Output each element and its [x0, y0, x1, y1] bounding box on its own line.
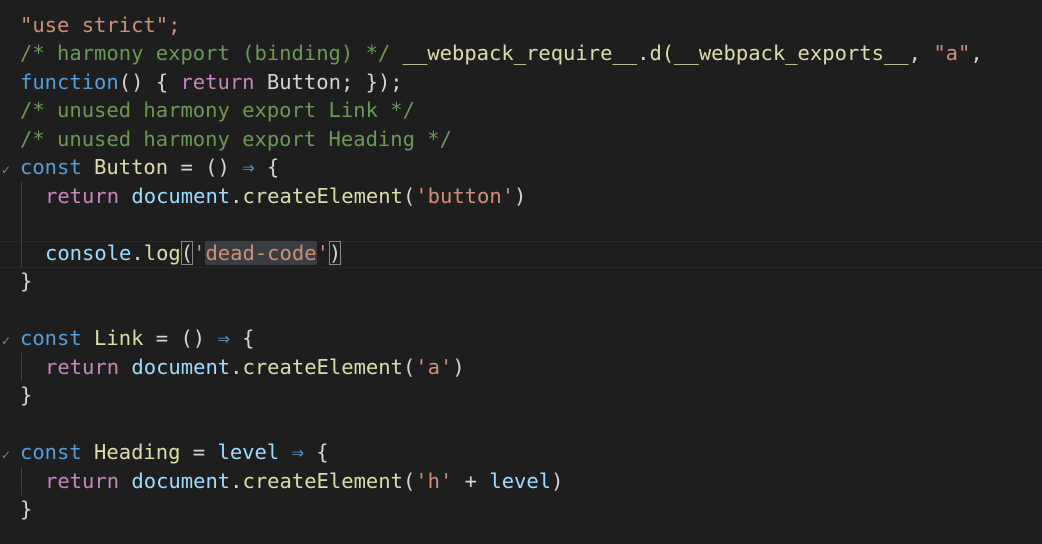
string-literal: 'button': [415, 184, 515, 208]
method-call: log: [143, 241, 181, 265]
identifier: document: [119, 355, 231, 379]
arrow-operator: ⇒: [291, 440, 304, 464]
keyword: return: [45, 469, 120, 493]
operator: = (): [143, 326, 218, 350]
fold-chevron-icon[interactable]: ✓: [0, 327, 12, 355]
punctuation: .: [230, 469, 243, 493]
operator: =: [180, 440, 218, 464]
punctuation: (: [402, 355, 416, 379]
comment: /* unused harmony export Link */: [20, 98, 415, 122]
parameter: level: [217, 440, 280, 464]
punctuation: {: [254, 155, 280, 179]
code-line[interactable]: return document.createElement('button'): [20, 182, 526, 210]
punctuation: .: [230, 355, 243, 379]
string-quote: ': [316, 241, 329, 265]
method-call: createElement: [242, 184, 403, 208]
keyword: const: [20, 440, 82, 464]
selected-text: dead-code: [205, 241, 317, 265]
keyword: return: [180, 70, 255, 94]
code-line[interactable]: /* unused harmony export Link */: [20, 96, 415, 124]
operator: = (): [168, 155, 243, 179]
code-line[interactable]: /* unused harmony export Heading */: [20, 125, 452, 153]
punctuation: ; });: [340, 70, 403, 94]
comment: /* unused harmony export Heading */: [20, 127, 452, 151]
identifier: __webpack_exports__: [674, 41, 909, 65]
identifier: Button: [254, 70, 341, 94]
arrow-operator: ⇒: [242, 155, 255, 179]
identifier: __webpack_require__: [402, 41, 638, 65]
bracket-match: ): [328, 241, 342, 265]
code-line[interactable]: const Heading = level ⇒ {: [20, 438, 329, 466]
punctuation: ): [551, 469, 564, 493]
string-literal: "a": [933, 41, 971, 65]
fold-chevron-icon[interactable]: ✓: [0, 156, 12, 184]
identifier: console: [45, 241, 132, 265]
method-call: createElement: [242, 355, 403, 379]
punctuation: .: [131, 241, 144, 265]
punctuation: }: [20, 497, 33, 521]
punctuation: }: [20, 269, 33, 293]
identifier: document: [119, 184, 231, 208]
string-literal: 'a': [415, 355, 453, 379]
method-call: .d(: [637, 41, 675, 65]
bracket-match: (: [180, 241, 194, 265]
code-line[interactable]: const Link = () ⇒ {: [20, 324, 255, 352]
punctuation: (: [402, 184, 416, 208]
arrow-operator: ⇒: [217, 326, 230, 350]
comment: /* harmony export (binding) */: [20, 41, 403, 65]
punctuation: ,: [970, 41, 983, 65]
identifier: document: [119, 469, 231, 493]
code-line[interactable]: "use strict";: [20, 11, 180, 39]
punctuation: }: [20, 383, 33, 407]
punctuation: {: [303, 440, 329, 464]
code-line[interactable]: /* harmony export (binding) */ __webpack…: [20, 39, 983, 67]
fold-chevron-icon[interactable]: ✓: [0, 441, 12, 469]
punctuation: ,: [908, 41, 934, 65]
identifier: Button: [81, 155, 169, 179]
punctuation: .: [230, 184, 243, 208]
code-line[interactable]: return document.createElement('h' + leve…: [20, 467, 563, 495]
punctuation: ): [452, 355, 465, 379]
keyword: return: [45, 355, 120, 379]
code-line-active[interactable]: console.log('dead-code'): [20, 239, 342, 267]
keyword: const: [20, 326, 82, 350]
keyword: function: [20, 70, 119, 94]
method-call: createElement: [242, 469, 403, 493]
punctuation: ): [514, 184, 527, 208]
operator: +: [452, 469, 490, 493]
parameter: level: [489, 469, 552, 493]
string-quote: ': [193, 241, 206, 265]
keyword: const: [20, 155, 82, 179]
code-line[interactable]: }: [20, 267, 32, 295]
code-line[interactable]: return document.createElement('a'): [20, 353, 465, 381]
punctuation: (: [402, 469, 416, 493]
string-literal: "use strict";: [20, 13, 181, 37]
punctuation: {: [229, 326, 255, 350]
identifier: Link: [81, 326, 144, 350]
code-editor[interactable]: ✓ ✓ ✓ "use strict"; /* harmony export (b…: [0, 0, 1042, 544]
code-line[interactable]: }: [20, 381, 32, 409]
punctuation: () {: [118, 70, 181, 94]
code-line[interactable]: function() { return Button; });: [20, 68, 403, 96]
code-line[interactable]: }: [20, 495, 32, 523]
code-line[interactable]: const Button = () ⇒ {: [20, 153, 279, 181]
string-literal: 'h': [415, 469, 453, 493]
keyword: return: [45, 184, 120, 208]
identifier: Heading: [81, 440, 181, 464]
